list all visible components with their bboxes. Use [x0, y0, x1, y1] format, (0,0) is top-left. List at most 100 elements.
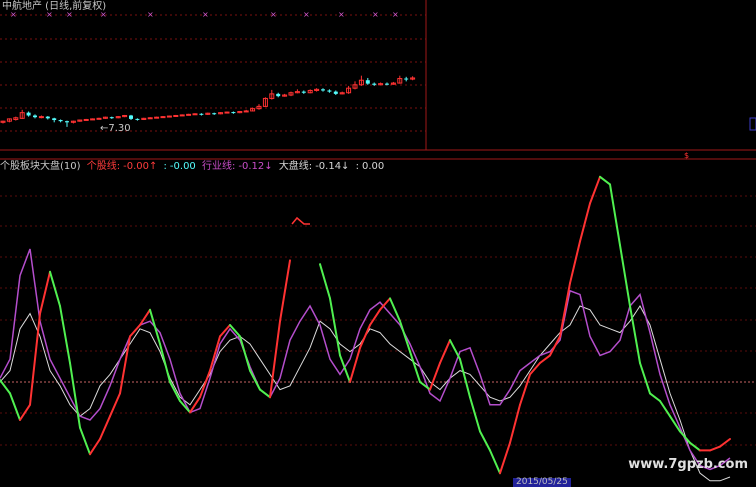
candle-body: [147, 117, 153, 120]
red-marker: $: [684, 151, 689, 160]
candle: [288, 91, 294, 97]
candle: [314, 88, 320, 92]
candle: [141, 117, 147, 121]
stock-line-segment: [69, 362, 81, 429]
ex-rights-marker: ×: [392, 10, 399, 19]
stock-line-segment: [589, 175, 601, 205]
indicator-lines[interactable]: [0, 175, 731, 482]
indicator-legend: 个股板块大盘(10) 个股线: -0.00↑ : -0.00 行业线: -0.12↓ …: [0, 161, 387, 173]
stock-line-segment: [19, 403, 31, 421]
candle-body: [321, 89, 325, 91]
stock-line-segment: [449, 339, 461, 361]
candle-body: [179, 114, 185, 117]
candle-body: [58, 120, 63, 122]
candle: [269, 89, 275, 100]
candle-body: [224, 111, 230, 114]
candle-body: [186, 113, 192, 116]
stock-line-segment: [79, 426, 91, 456]
candle-body: [129, 115, 133, 119]
candle: [237, 110, 243, 114]
candle: [129, 114, 133, 121]
stock-line-segment: [149, 308, 161, 345]
candle: [70, 120, 76, 124]
ex-rights-marker: ×: [202, 10, 209, 19]
stock-line-segment: [9, 392, 21, 421]
candle: [135, 118, 140, 121]
candle-body: [38, 116, 44, 119]
candle: [96, 117, 102, 120]
candle: [397, 75, 403, 84]
chart-canvas[interactable]: $ × × × × × × × × × × ×: [0, 0, 756, 487]
stock-line-segment: [239, 335, 251, 372]
stock-line-fragment: [291, 216, 310, 225]
stock-line-segment: [469, 396, 481, 433]
candle-body: [276, 93, 281, 97]
stock-line-segment: [459, 358, 471, 399]
candle: [186, 113, 192, 116]
legend-market-label: 大盘线:: [278, 161, 313, 172]
stock-line-segment: [59, 305, 71, 364]
candle-body: [109, 117, 114, 119]
candle-body: [90, 118, 96, 121]
candle: [115, 116, 121, 119]
candle: [231, 111, 236, 114]
ex-rights-marker: ×: [338, 10, 345, 19]
legend-sector-value: -0.12↓: [238, 161, 273, 172]
ex-rights-marker: ×: [147, 10, 154, 19]
candle: [65, 120, 69, 127]
stock-line-segment: [119, 335, 131, 395]
stock-line-segment: [649, 392, 661, 402]
candle: [45, 116, 50, 120]
candle-body: [327, 90, 332, 92]
candle: [218, 112, 224, 115]
stock-line-segment: [609, 183, 621, 247]
legend-market-value: -0.14↓: [315, 161, 350, 172]
indicator-name: 个股板块大盘(10): [0, 161, 81, 172]
candle: [410, 76, 416, 81]
stock-line-segment: [209, 335, 221, 372]
candle-body: [385, 83, 389, 85]
candlestick-series[interactable]: [0, 75, 416, 127]
site-watermark: www.7gpzb.com: [628, 457, 748, 472]
legend-extra-value: 0.00: [362, 161, 385, 172]
candle: [199, 113, 204, 116]
candle-body: [96, 117, 102, 120]
candle-body: [160, 116, 166, 119]
candle: [243, 109, 249, 113]
stock-line-segment: [279, 259, 291, 323]
candle-body: [33, 115, 37, 118]
stock-line-segment: [629, 305, 641, 364]
candle: [321, 88, 325, 92]
candle: [179, 114, 185, 117]
candle-body: [192, 113, 198, 116]
stock-line-segment: [399, 320, 411, 353]
candle-body: [154, 116, 160, 119]
stock-line-segment: [689, 441, 701, 452]
candle-body: [83, 118, 89, 121]
candle-body: [212, 113, 217, 115]
candle: [205, 112, 211, 115]
stock-line-segment: [569, 240, 581, 285]
candle: [77, 119, 83, 122]
lowest-price-label: ←7.30: [100, 123, 131, 134]
candle: [38, 115, 44, 119]
candle-body: [26, 112, 31, 116]
candle: [301, 90, 306, 94]
stock-line-segment: [339, 354, 351, 383]
candle: [33, 114, 37, 119]
candle-body: [135, 118, 140, 120]
candle: [390, 81, 396, 85]
candle: [212, 112, 217, 115]
candle: [192, 113, 198, 116]
candle: [83, 118, 89, 121]
legend-cyan-value: -0.00: [169, 161, 196, 172]
stock-line-segment: [509, 403, 521, 444]
stock-line-segment: [539, 354, 551, 364]
stock-line-segment: [359, 324, 371, 349]
stock-line-segment: [369, 308, 381, 326]
candle: [224, 111, 230, 114]
candle-body: [52, 118, 57, 121]
candle: [339, 91, 345, 95]
candle: [404, 76, 409, 82]
candle-body: [45, 116, 50, 119]
